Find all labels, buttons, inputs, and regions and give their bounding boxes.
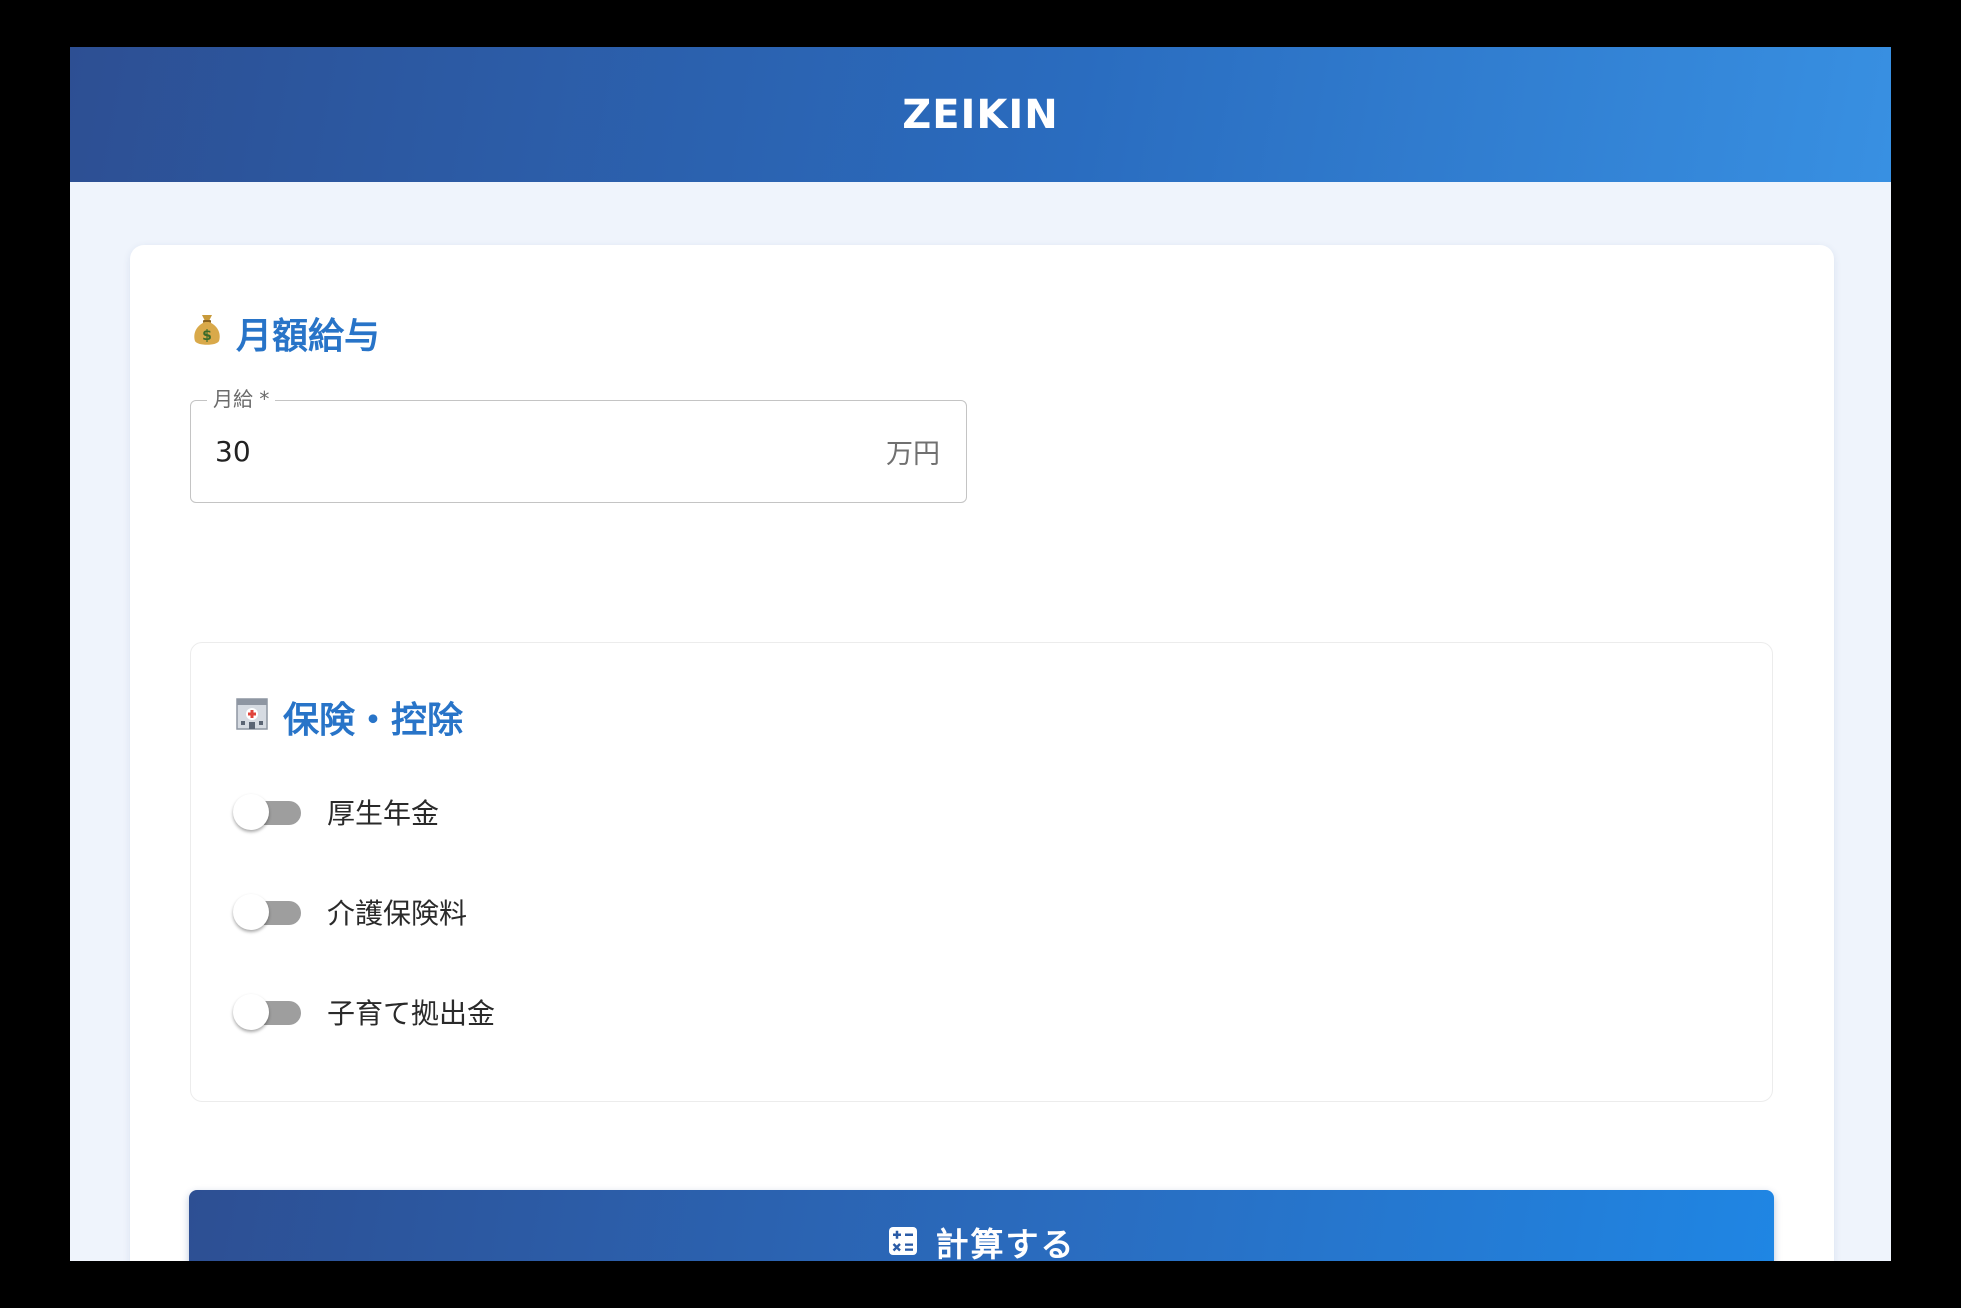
nursing-care-toggle-label: 介護保険料	[327, 897, 468, 930]
pension-toggle[interactable]	[233, 794, 303, 830]
calculate-button-label: 計算する	[935, 1225, 1076, 1261]
toggle-row-child-contribution: 子育て拠出金	[233, 990, 495, 1034]
insurance-section-heading: 保険・控除	[235, 691, 463, 743]
hospital-icon	[235, 695, 269, 740]
svg-text:$: $	[202, 328, 212, 344]
toggle-row-pension: 厚生年金	[233, 790, 439, 834]
salary-section-heading: $ 月額給与	[192, 307, 380, 359]
calculate-button[interactable]: 計算する	[189, 1190, 1774, 1261]
insurance-deduction-panel: 保険・控除 厚生年金 介護保険料 子育て拠出金	[190, 642, 1773, 1102]
calculator-card: $ 月額給与 月給 * 万円	[130, 245, 1834, 1261]
app-window: ZEIKIN $ 月額給与 月給 * 万円	[70, 47, 1891, 1261]
app-header: ZEIKIN	[70, 47, 1891, 182]
monthly-salary-field[interactable]: 月給 * 万円	[190, 386, 967, 503]
nursing-care-toggle[interactable]	[233, 894, 303, 930]
insurance-section-title: 保険・控除	[283, 700, 464, 741]
money-bag-icon: $	[192, 311, 222, 356]
app-title: ZEIKIN	[902, 91, 1059, 138]
salary-unit: 万円	[886, 439, 940, 470]
toggle-row-nursing-care: 介護保険料	[233, 890, 467, 934]
calculator-icon	[888, 1226, 918, 1259]
child-contribution-toggle[interactable]	[233, 994, 303, 1030]
toggle-thumb	[233, 794, 269, 830]
salary-section-title: 月額給与	[236, 316, 381, 357]
pension-toggle-label: 厚生年金	[327, 797, 440, 830]
toggle-thumb	[233, 894, 269, 930]
child-contribution-toggle-label: 子育て拠出金	[327, 997, 496, 1030]
toggle-thumb	[233, 994, 269, 1030]
monthly-salary-input[interactable]	[215, 401, 815, 502]
